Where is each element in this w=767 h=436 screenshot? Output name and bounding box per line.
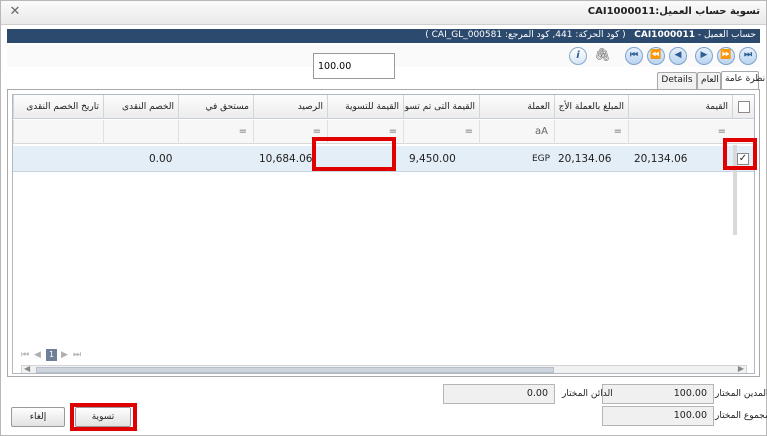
col-header-due-on[interactable]: مستحق في <box>178 95 253 119</box>
current-page-number[interactable]: 1 <box>46 349 57 361</box>
customer-code: CAI1000011 <box>634 30 696 40</box>
highlight-settle-input <box>312 137 396 171</box>
overview-panel: القيمة المبلغ بالعملة الأج العملة القيمة… <box>7 89 760 377</box>
settlement-grid: القيمة المبلغ بالعملة الأج العملة القيمة… <box>12 94 755 374</box>
next-page-icon[interactable]: ▶ <box>61 349 68 361</box>
tab-overview[interactable]: نظرة عامة <box>721 71 765 90</box>
last-record-icon[interactable]: ⏭ <box>739 47 757 65</box>
title-bar: تسوية حساب العميل:CAI1000011 ✕ <box>1 1 766 25</box>
transaction-details: ( كود الحركة: 441, كود المرجع: CAI_GL_00… <box>425 30 626 40</box>
previous-page-icon[interactable]: ⏪ <box>647 47 665 65</box>
scrollbar-thumb[interactable] <box>36 367 554 373</box>
first-record-icon[interactable]: ⏮ <box>625 47 643 65</box>
col-header-currency[interactable]: العملة <box>479 95 554 119</box>
customer-prefix: حساب العميل - <box>695 30 756 40</box>
cell-due-on <box>180 146 188 172</box>
col-header-value[interactable]: القيمة <box>628 95 732 119</box>
scroll-left-icon[interactable]: ◀ <box>24 364 30 373</box>
cell-foreign-amount: 20,134.06 <box>558 153 612 165</box>
highlight-row-checkbox <box>723 138 757 170</box>
col-header-cash-discount[interactable]: الخصم النقدى <box>103 95 178 119</box>
cell-value: 20,134.06 <box>634 153 688 165</box>
cell-currency: EGP <box>532 154 551 164</box>
selected-total-label: مجموع المختار <box>715 411 767 421</box>
last-page-icon[interactable]: ⏭ <box>73 349 81 361</box>
cell-settled-value: 9,450.00 <box>409 153 456 165</box>
tab-details[interactable]: Details <box>657 72 697 89</box>
next-page-icon[interactable]: ⏩ <box>717 47 735 65</box>
settlement-window: تسوية حساب العميل:CAI1000011 ✕ حساب العم… <box>0 0 767 436</box>
select-all-checkbox[interactable] <box>738 101 750 113</box>
select-all-cell <box>732 95 754 119</box>
info-icon[interactable]: i <box>569 47 587 65</box>
filter-operator-icon[interactable]: = <box>554 120 628 144</box>
selected-credit-label: الدائن المختار <box>562 389 613 399</box>
settle-value-input[interactable] <box>313 53 395 79</box>
selected-debit-value: 100.00 <box>602 384 714 404</box>
cell-balance: 10,684.06 <box>259 153 313 165</box>
filter-operator-icon[interactable]: = <box>178 120 253 144</box>
selected-total-value: 100.00 <box>602 406 714 426</box>
tab-general[interactable]: العام <box>697 72 721 89</box>
customer-header-text: حساب العميل - CAI1000011 ( كود الحركة: 4… <box>425 30 756 40</box>
cancel-button[interactable]: إلغاء <box>11 407 65 427</box>
cell-cash-discount: 0.00 <box>149 153 173 165</box>
col-header-balance[interactable]: الرصيد <box>253 95 327 119</box>
attachment-icon[interactable]: 🖇 <box>594 47 611 65</box>
filter-operator-icon[interactable]: = <box>403 120 479 144</box>
selected-debit-label: المدين المختار <box>715 389 767 399</box>
horizontal-scrollbar[interactable]: ◀ ▶ <box>21 364 747 373</box>
filter-cell[interactable] <box>103 120 178 144</box>
selected-credit-value: 0.00 <box>443 384 555 404</box>
highlight-settle-button <box>70 403 137 431</box>
col-header-settle-value[interactable]: القيمة للتسوية <box>327 95 403 119</box>
filter-cell[interactable] <box>13 120 103 144</box>
scroll-right-icon[interactable]: ▶ <box>738 364 744 373</box>
filter-operator-icon[interactable]: = <box>628 120 732 144</box>
cell-discount-date <box>15 146 23 172</box>
previous-record-icon[interactable]: ◀ <box>669 47 687 65</box>
col-header-settled-value[interactable]: القيمة التى تم تسو <box>403 95 479 119</box>
filter-text-icon[interactable]: aA <box>479 120 554 144</box>
first-page-icon[interactable]: ⏮ <box>21 349 29 361</box>
grid-header-row: القيمة المبلغ بالعملة الأج العملة القيمة… <box>13 95 754 119</box>
next-record-icon[interactable]: ▶ <box>695 47 713 65</box>
window-title: تسوية حساب العميل:CAI1000011 <box>587 6 760 17</box>
col-header-discount-date[interactable]: تاريخ الخصم النقدى <box>13 95 103 119</box>
col-header-foreign-amount[interactable]: المبلغ بالعملة الأج <box>554 95 628 119</box>
close-icon[interactable]: ✕ <box>7 4 23 20</box>
previous-page-icon[interactable]: ◀ <box>34 349 41 361</box>
customer-header: حساب العميل - CAI1000011 ( كود الحركة: 4… <box>7 29 760 43</box>
